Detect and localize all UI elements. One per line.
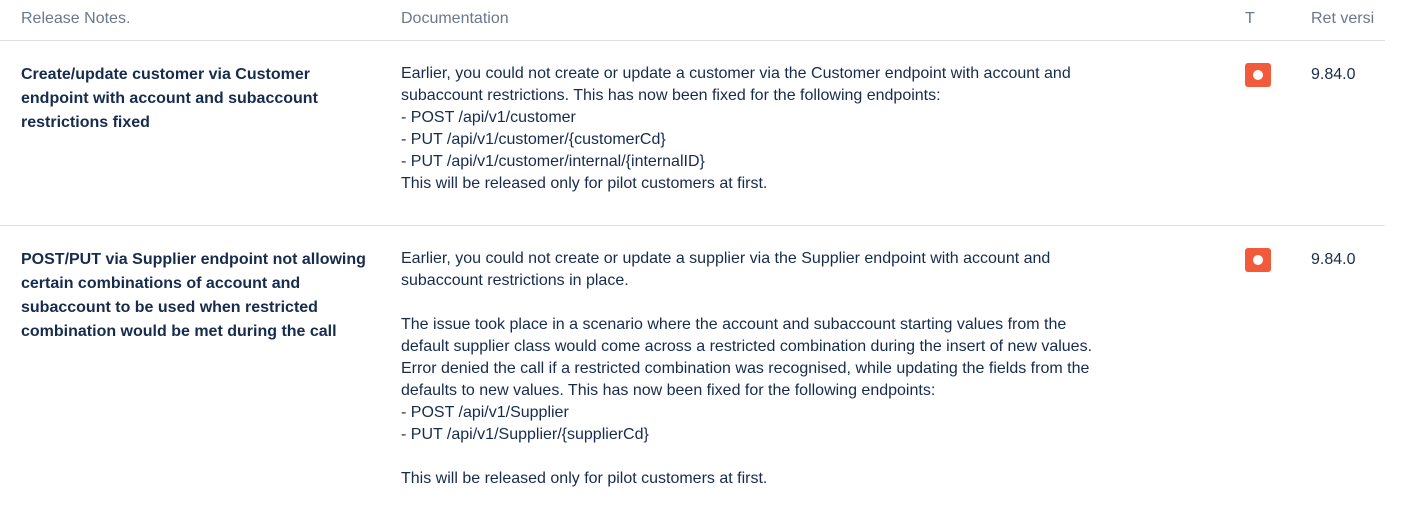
version-value: 9.84.0 [1311, 66, 1356, 83]
column-header-release-notes[interactable]: Release Notes. [21, 10, 130, 28]
doc-line: defaults to new values. This has now bee… [401, 382, 936, 399]
doc-line: The issue took place in a scenario where… [401, 316, 1067, 333]
version-value: 9.84.0 [1311, 251, 1356, 268]
doc-line: - POST /api/v1/customer [401, 109, 576, 126]
release-note-title: Create/update customer via Customer endp… [21, 66, 318, 131]
column-header-type[interactable]: T [1245, 10, 1255, 28]
table-header: Release Notes. Documentation T Ret versi [0, 0, 1385, 41]
doc-line: Error denied the call if a restricted co… [401, 360, 1090, 377]
release-note-title: POST/PUT via Supplier endpoint not allow… [21, 251, 366, 340]
doc-line: subaccount restrictions in place. [401, 272, 629, 289]
release-notes-table: Release Notes. Documentation T Ret versi… [0, 0, 1401, 516]
column-header-version[interactable]: Ret versi [1311, 10, 1385, 28]
doc-line: This will be released only for pilot cus… [401, 470, 768, 487]
table-row: Create/update customer via Customer endp… [0, 41, 1385, 226]
documentation-text: Earlier, you could not create or update … [401, 248, 1201, 490]
doc-line: - PUT /api/v1/customer/{customerCd} [401, 131, 666, 148]
documentation-text: Earlier, you could not create or update … [401, 63, 1201, 195]
doc-blank-line [401, 292, 1201, 314]
doc-line: subaccount restrictions. This has now be… [401, 87, 941, 104]
column-header-documentation[interactable]: Documentation [401, 10, 509, 28]
table-row: POST/PUT via Supplier endpoint not allow… [0, 226, 1385, 516]
doc-line: Earlier, you could not create or update … [401, 65, 1071, 82]
doc-line: default supplier class would come across… [401, 338, 1093, 355]
doc-line: Earlier, you could not create or update … [401, 250, 1051, 267]
doc-line: - PUT /api/v1/Supplier/{supplierCd} [401, 426, 649, 443]
doc-line: This will be released only for pilot cus… [401, 175, 768, 192]
doc-blank-line [401, 446, 1201, 468]
doc-line: - PUT /api/v1/customer/internal/{interna… [401, 153, 705, 170]
doc-line: - POST /api/v1/Supplier [401, 404, 569, 421]
bug-icon [1245, 63, 1271, 87]
bug-icon [1245, 248, 1271, 272]
